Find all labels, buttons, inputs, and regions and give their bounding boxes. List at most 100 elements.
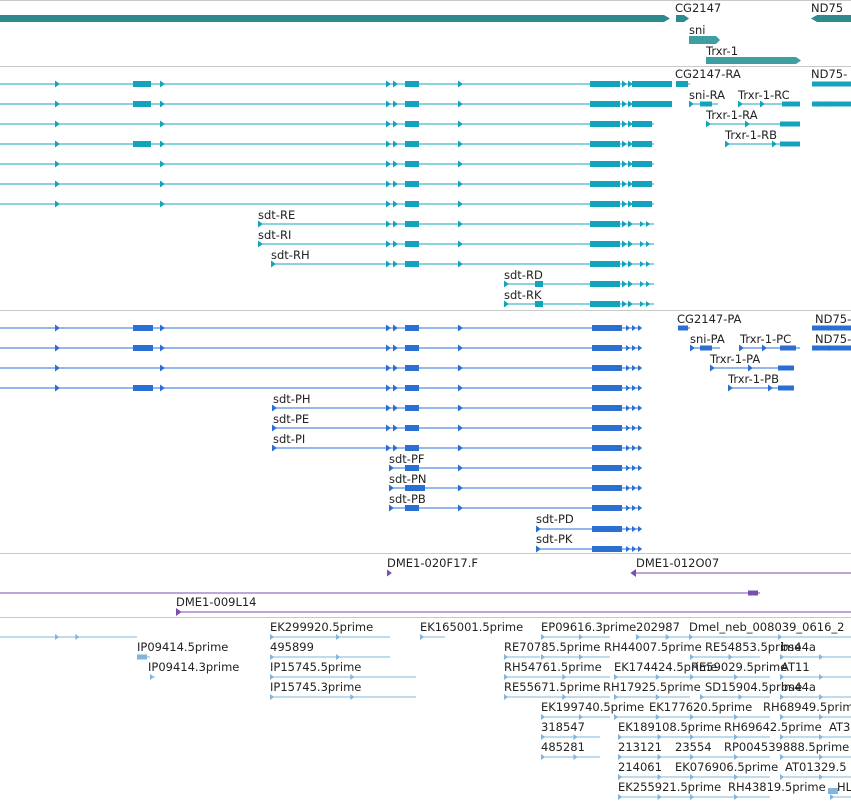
est-label[interactable]: 202987 xyxy=(636,620,680,634)
protein-label[interactable]: sdt-PB xyxy=(389,492,426,506)
est-label[interactable]: IP15745.5prime xyxy=(270,660,361,674)
est-label[interactable]: 495899 xyxy=(270,640,314,654)
exon-block xyxy=(778,385,794,391)
protein-label[interactable]: sni-PA xyxy=(690,332,725,346)
exon-block xyxy=(405,101,419,107)
est-label[interactable]: 214061 xyxy=(618,760,662,774)
strand-arrow xyxy=(626,445,631,451)
transcript-label[interactable]: sdt-RH xyxy=(271,248,310,262)
exon-block xyxy=(405,365,419,371)
est-label[interactable]: HL0 xyxy=(837,780,851,794)
est-label[interactable]: 213121 xyxy=(618,740,662,754)
strand-arrow xyxy=(55,344,60,352)
strand-arrow xyxy=(632,526,637,532)
protein-label[interactable]: sdt-PK xyxy=(536,532,573,546)
transcript-label[interactable]: CG2147-RA xyxy=(675,67,741,81)
est-label[interactable]: bs44a xyxy=(781,640,816,654)
exon-block xyxy=(590,281,612,287)
est-label[interactable]: RH17925.5prime xyxy=(603,680,701,694)
protein-label[interactable]: sdt-PD xyxy=(536,512,574,526)
est-label[interactable]: RE55671.5prime xyxy=(504,680,600,694)
est-label[interactable]: 485281 xyxy=(541,740,585,754)
est-label[interactable]: bs44a xyxy=(781,680,816,694)
est-label[interactable]: IP15745.3prime xyxy=(270,680,361,694)
protein-label[interactable]: sdt-PH xyxy=(273,392,311,406)
strand-arrow xyxy=(458,180,463,188)
est-label[interactable]: RH43819.5prime xyxy=(728,780,826,794)
exon-block xyxy=(612,161,620,167)
est-label[interactable]: EK177620.5prime xyxy=(649,700,752,714)
est-label[interactable]: AT3 xyxy=(829,720,850,734)
transcript-label[interactable]: Trxr-1-RB xyxy=(724,128,777,142)
protein-label[interactable]: Trxr-1-PA xyxy=(709,352,760,366)
gene-feature[interactable] xyxy=(811,15,851,22)
est-label[interactable]: EK199740.5prime xyxy=(541,700,644,714)
gene-label[interactable]: ND75 xyxy=(811,1,843,15)
est-label[interactable]: IP09414.3prime xyxy=(148,660,239,674)
protein-label[interactable]: CG2147-PA xyxy=(677,312,742,326)
est-label[interactable]: RP004539888.5prime xyxy=(724,740,849,754)
gene-label[interactable]: CG2147 xyxy=(675,1,721,15)
gene-feature[interactable] xyxy=(0,15,670,22)
est-label[interactable]: IP09414.5prime xyxy=(137,640,228,654)
est-label[interactable]: 318547 xyxy=(541,720,585,734)
exon-block xyxy=(678,325,688,331)
est-label[interactable]: RH54761.5prime xyxy=(504,660,602,674)
est-label[interactable]: EK255921.5prime xyxy=(618,780,721,794)
protein-label[interactable]: ND75- xyxy=(815,332,851,346)
genome-track-canvas[interactable]: CG2147 sniTrxr-1 ND75 CG2147-RA sni-RA Trxr-1… xyxy=(0,0,851,802)
transcript-label[interactable]: ND75- xyxy=(811,67,847,81)
exon-block xyxy=(632,81,672,87)
exon-block xyxy=(405,221,419,227)
est-label[interactable]: RE59029.5prime xyxy=(691,660,787,674)
est-label[interactable]: RH69642.5prime xyxy=(724,720,822,734)
est-label[interactable]: Dmel_neb_008039_0616_2 xyxy=(689,620,844,634)
strand-arrow xyxy=(458,80,463,88)
est-label[interactable]: EK299920.5prime xyxy=(270,620,373,634)
est-label[interactable]: EK165001.5prime xyxy=(420,620,523,634)
transcript-label[interactable]: sdt-RI xyxy=(258,228,291,242)
transcript-label[interactable]: Trxr-1-RC xyxy=(737,88,790,102)
est-label[interactable]: EP09616.3prime xyxy=(541,620,636,634)
exon-block xyxy=(700,101,712,107)
strand-arrow xyxy=(393,384,398,392)
protein-label[interactable]: Trxr-1-PC xyxy=(739,332,791,346)
protein-label[interactable]: Trxr-1-PB xyxy=(727,372,779,386)
gene-feature[interactable] xyxy=(676,15,689,22)
clone-label[interactable]: DME1-009L14 xyxy=(176,595,257,609)
transcript-label[interactable]: Trxr-1-RA xyxy=(705,108,758,122)
strand-arrow xyxy=(55,100,60,108)
exon-block xyxy=(612,221,620,227)
est-label[interactable]: EK076906.5prime xyxy=(675,760,778,774)
protein-label[interactable]: sdt-PI xyxy=(273,432,305,446)
strand-arrow xyxy=(626,465,631,471)
protein-label[interactable]: ND75- xyxy=(815,312,851,326)
est-label[interactable]: RH44007.5prime xyxy=(604,640,702,654)
est-label[interactable]: AT11 xyxy=(781,660,810,674)
gene-feature[interactable] xyxy=(706,57,801,64)
exon-block xyxy=(614,546,622,552)
clone-label[interactable]: DME1-020F17.F xyxy=(387,556,478,570)
strand-arrow xyxy=(626,385,631,391)
est-label[interactable]: RE70785.5prime xyxy=(504,640,600,654)
strand-arrow xyxy=(504,694,509,700)
exon-block xyxy=(405,241,419,247)
gene-label[interactable]: sni xyxy=(689,23,705,37)
transcript-label[interactable]: sdt-RD xyxy=(504,268,543,282)
strand-arrow xyxy=(638,485,643,491)
transcript-label[interactable]: sdt-RE xyxy=(258,208,295,222)
clone-label[interactable]: DME1-012O07 xyxy=(636,556,719,570)
est-label[interactable]: 23554 xyxy=(675,740,712,754)
strand-arrow xyxy=(393,444,398,452)
protein-label[interactable]: sdt-PF xyxy=(389,452,425,466)
protein-label[interactable]: sdt-PE xyxy=(273,412,309,426)
transcript-label[interactable]: sni-RA xyxy=(689,88,725,102)
est-label[interactable]: AT01329.5 xyxy=(785,760,847,774)
transcript-label[interactable]: sdt-RK xyxy=(504,288,542,302)
est-label[interactable]: RH68949.5prime xyxy=(763,700,851,714)
est-label[interactable]: EK189108.5prime xyxy=(618,720,721,734)
gene-feature[interactable] xyxy=(689,36,720,44)
strand-arrow xyxy=(536,545,541,553)
gene-label[interactable]: Trxr-1 xyxy=(705,44,738,58)
protein-label[interactable]: sdt-PN xyxy=(389,472,427,486)
